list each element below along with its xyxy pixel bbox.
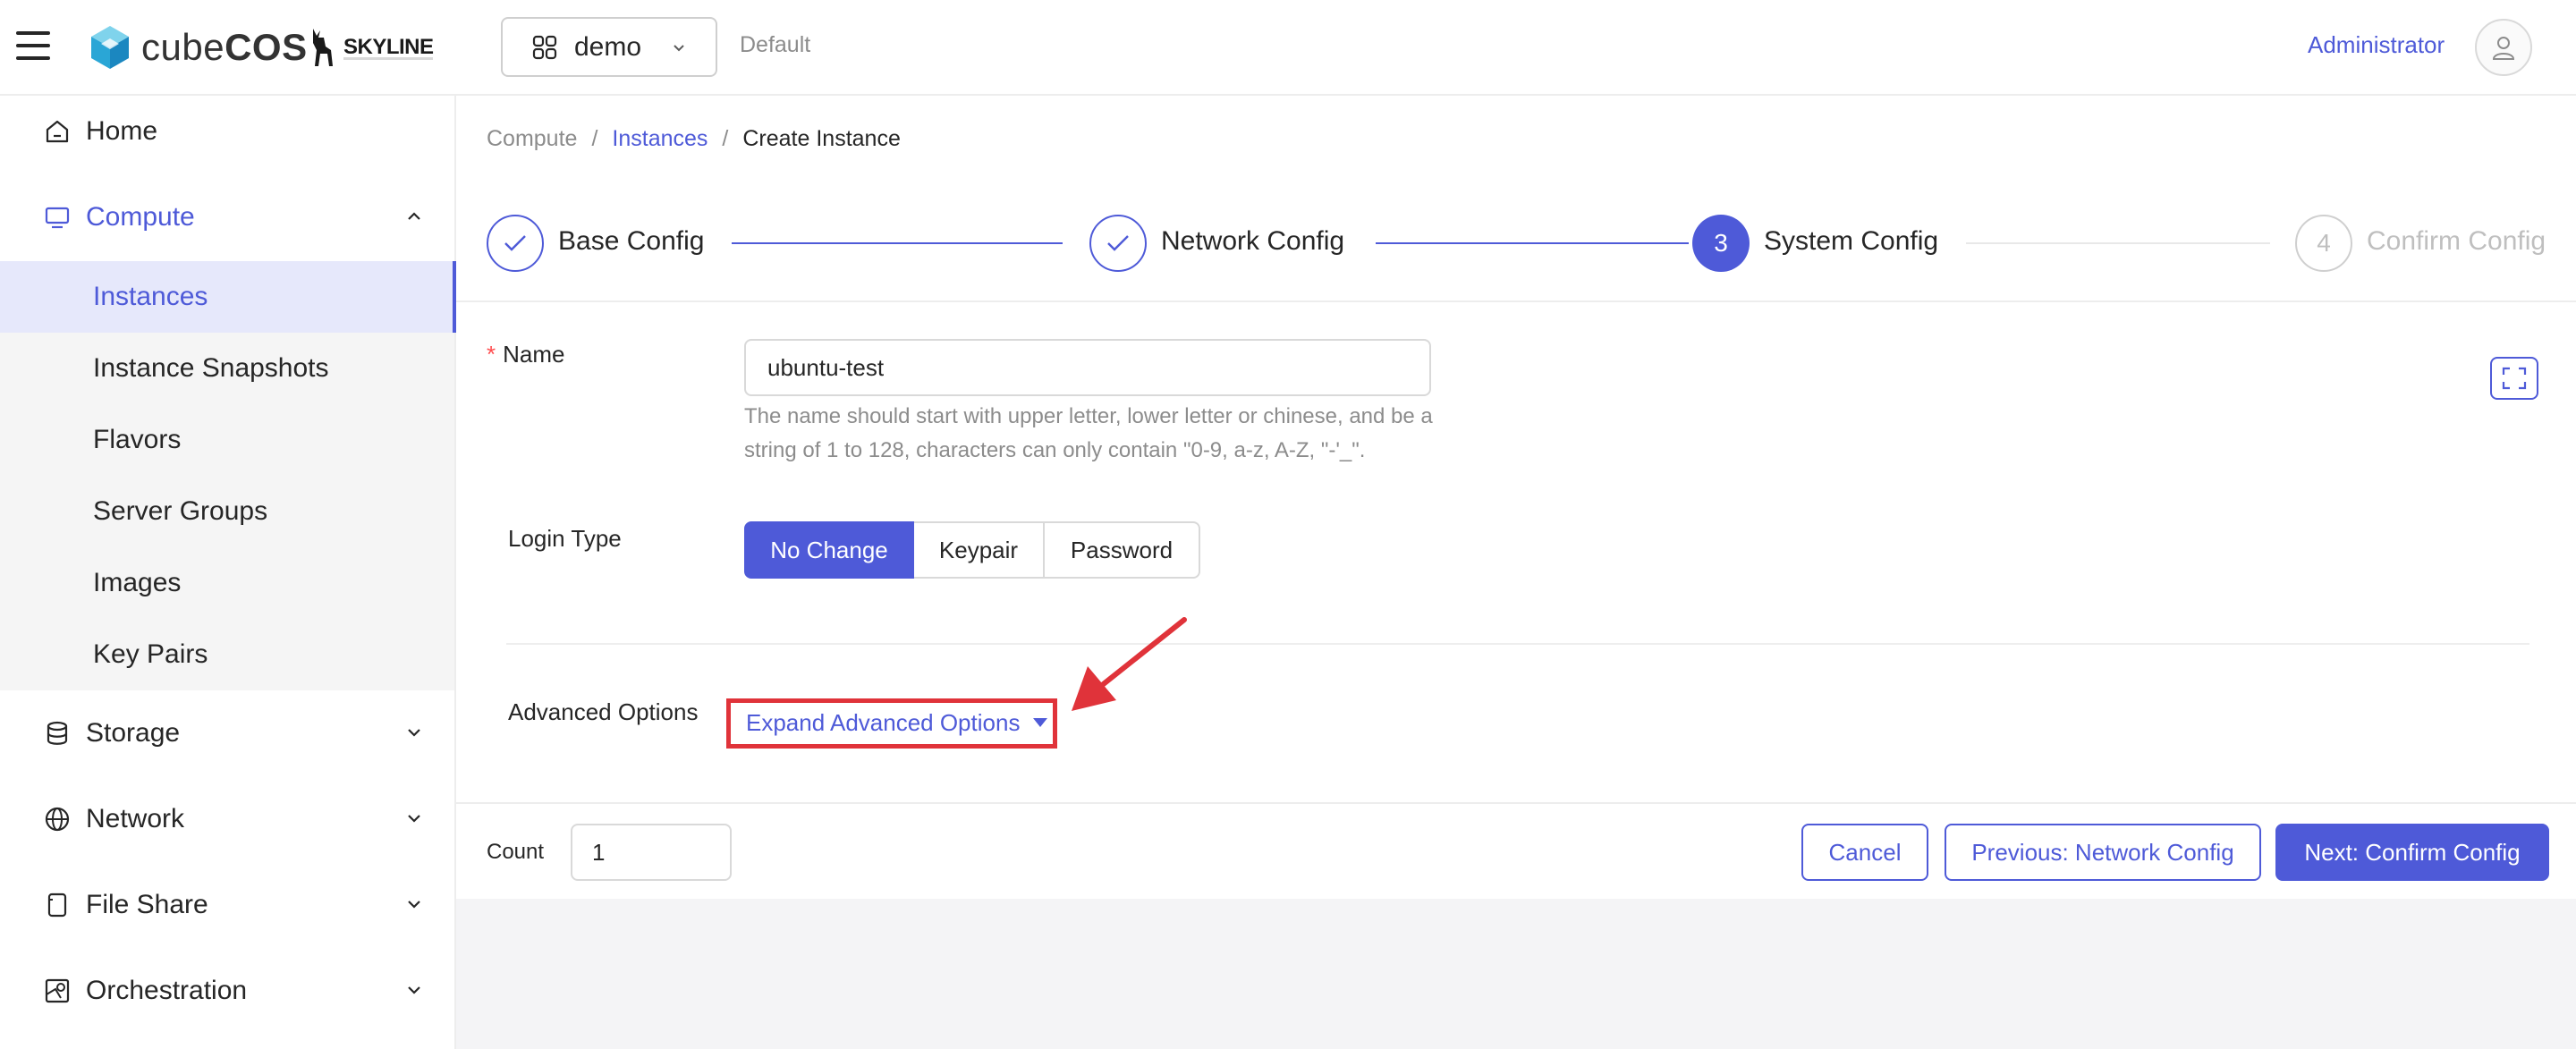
step-connector (1966, 242, 2270, 244)
chevron-down-icon (674, 45, 684, 52)
sidebar-item-instances[interactable]: Instances (0, 261, 456, 333)
chevron-down-icon (408, 729, 420, 737)
user-menu-link[interactable]: Administrator (2308, 31, 2445, 59)
sidebar-item-file-share[interactable]: File Share (0, 869, 454, 941)
sidebar-item-label: Home (86, 116, 158, 146)
chevron-down-icon (408, 815, 420, 823)
sidebar-item-compute[interactable]: Compute (0, 182, 454, 253)
sidebar-item-label: Orchestration (86, 976, 248, 1005)
login-option-no-change[interactable]: No Change (744, 521, 914, 579)
project-selector[interactable]: demo (501, 17, 717, 77)
compute-submenu: Instances Instance Snapshots Flavors Ser… (0, 261, 456, 690)
login-option-password[interactable]: Password (1043, 521, 1200, 579)
cubecos-logo[interactable]: cubeCOS (89, 23, 308, 72)
step-4-label: Confirm Config (2367, 226, 2546, 256)
sidebar-item-storage[interactable]: Storage (0, 698, 454, 769)
user-icon (2492, 37, 2515, 60)
login-type-selector: No Change Keypair Password (744, 521, 1200, 579)
orchestration-icon (45, 978, 70, 1003)
sidebar-item-flavors[interactable]: Flavors (0, 404, 454, 476)
skyline-underline (343, 57, 433, 60)
sidebar-item-images[interactable]: Images (0, 547, 454, 619)
login-option-keypair[interactable]: Keypair (912, 521, 1045, 579)
chevron-down-icon (408, 986, 420, 994)
cube-logo-icon (91, 26, 129, 69)
annotation-arrow-icon (1072, 617, 1187, 711)
sidebar-item-label: Storage (86, 718, 181, 748)
next-step-button[interactable]: Next: Confirm Config (2275, 824, 2549, 881)
sidebar-item-network[interactable]: Network (0, 783, 454, 855)
name-input[interactable] (744, 339, 1431, 396)
sidebar-item-label: Network (86, 804, 185, 833)
name-hint: The name should start with upper letter,… (744, 404, 1433, 462)
section-divider (506, 643, 2529, 645)
count-label: Count (487, 840, 545, 864)
expand-icon (2502, 367, 2527, 390)
step-connector (1376, 242, 1689, 244)
domain-label: Default (740, 32, 811, 57)
skyline-logo: SKYLINE (304, 25, 434, 70)
globe-icon (45, 807, 70, 832)
name-label: * Name (487, 341, 565, 368)
database-icon (47, 721, 68, 745)
advanced-options-label: Advanced Options (508, 698, 699, 725)
sidebar-item-home[interactable]: Home (0, 96, 454, 167)
wizard-steps: Base Config Network Config 3 System Conf… (456, 96, 2576, 302)
file-share-icon (47, 892, 67, 918)
caret-down-icon[interactable] (1032, 716, 1048, 729)
sidebar-item-label: File Share (86, 890, 208, 919)
footer-action-bar: Count Cancel Previous: Network Config Ne… (456, 802, 2576, 899)
sidebar-item-instance-snapshots[interactable]: Instance Snapshots (0, 333, 454, 404)
expand-advanced-options-link[interactable]: Expand Advanced Options (746, 709, 1020, 737)
monitor-icon (45, 207, 70, 229)
main-area: Compute / Instances / Create Instance Ba… (456, 96, 2576, 1049)
step-1-label: Base Config (558, 226, 705, 256)
required-marker: * (487, 341, 496, 368)
deer-logo-icon (313, 29, 333, 66)
sidebar-item-orchestration[interactable]: Orchestration (0, 955, 454, 1027)
step-3-number: 3 (1692, 215, 1750, 272)
step-2-label: Network Config (1161, 226, 1345, 256)
chevron-down-icon (408, 901, 420, 909)
login-type-label: Login Type (508, 525, 622, 552)
create-instance-form: Compute / Instances / Create Instance Ba… (456, 96, 2576, 899)
home-icon (46, 120, 69, 143)
brand-name: cubeCOS (141, 26, 308, 68)
menu-toggle-icon[interactable] (16, 29, 50, 63)
step-4-number: 4 (2295, 215, 2352, 272)
fullscreen-button[interactable] (2490, 357, 2538, 400)
step-2-check-icon (1089, 215, 1147, 272)
project-grid-icon (532, 35, 557, 59)
sidebar-item-server-groups[interactable]: Server Groups (0, 476, 454, 547)
sidebar-item-label: Compute (86, 202, 195, 232)
sidebar: Home Compute Instances Instance Snapshot… (0, 96, 456, 1049)
top-bar: cubeCOS SKYLINE demo Default Administrat… (0, 0, 2576, 96)
cancel-button[interactable]: Cancel (1801, 824, 1928, 881)
count-input[interactable] (571, 824, 732, 881)
project-name: demo (574, 31, 642, 62)
step-connector (732, 242, 1063, 244)
sidebar-item-key-pairs[interactable]: Key Pairs (0, 619, 454, 690)
step-3-label: System Config (1764, 226, 1939, 256)
previous-step-button[interactable]: Previous: Network Config (1945, 824, 2261, 881)
avatar[interactable] (2475, 19, 2532, 76)
skyline-text: SKYLINE (343, 35, 434, 59)
chevron-up-icon (408, 212, 420, 220)
step-1-check-icon (487, 215, 544, 272)
